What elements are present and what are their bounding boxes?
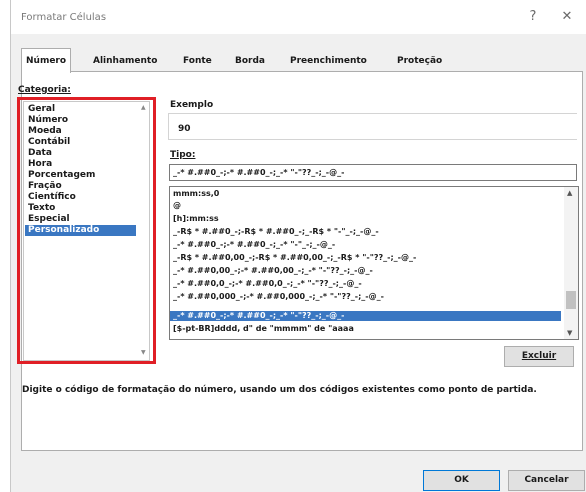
category-label: Categoria: [18, 85, 71, 95]
tab-numero[interactable]: Número [21, 48, 72, 73]
tab-fonte[interactable]: Fonte [179, 50, 216, 72]
format-item[interactable]: _-* #.##0,0_-;-* #.##0,0_-;_-* "-"??_-;_… [173, 279, 362, 289]
tab-preenchimento[interactable]: Preenchimento [286, 50, 371, 72]
example-label: Exemplo [170, 100, 214, 110]
format-description: Digite o código de formatação do número,… [22, 385, 537, 395]
format-list[interactable]: mmm:ss,0 @ [h]:mm:ss _-R$ * #.##0_-;-R$ … [169, 186, 579, 340]
type-input[interactable]: _-* #.##0_-;-* #.##0_-;_-* "-"??_-;_-@_- [169, 164, 577, 181]
highlight-box [17, 97, 156, 364]
format-item[interactable]: [h]:mm:ss [173, 214, 219, 224]
format-item[interactable]: _-* #.##0,000_-;-* #.##0,000_-;_-* "-"??… [173, 292, 384, 302]
scroll-thumb[interactable] [566, 291, 576, 309]
ok-button[interactable]: OK [423, 470, 500, 491]
format-item[interactable]: _-* #.##0,00_-;-* #.##0,00_-;_-* "-"??_-… [173, 266, 373, 276]
tab-alinhamento[interactable]: Alinhamento [89, 50, 161, 72]
cancel-button[interactable]: Cancelar [508, 470, 585, 491]
chevron-up-icon[interactable]: ▲ [567, 189, 572, 197]
format-item[interactable]: @ [173, 201, 181, 211]
title-bar: Formatar Células ? ✕ [11, 0, 586, 34]
chevron-down-icon[interactable]: ▼ [567, 329, 572, 337]
format-item-selected[interactable]: _-* #.##0_-;-* #.##0_-;_-* "-"??_-;_-@_- [170, 311, 561, 321]
format-item[interactable]: mmm:ss,0 [173, 189, 219, 199]
tab-borda[interactable]: Borda [231, 50, 269, 72]
window-title: Formatar Células [21, 12, 107, 23]
help-button[interactable]: ? [526, 9, 540, 24]
format-item[interactable]: _-R$ * #.##0_-;-R$ * #.##0_-;_-R$ * "-"_… [173, 227, 379, 237]
delete-button[interactable]: Excluir [504, 346, 574, 367]
format-scrollbar[interactable]: ▲ ▼ [564, 187, 578, 339]
type-label: Tipo: [170, 150, 196, 160]
example-value: 90 [178, 124, 191, 134]
example-frame [168, 113, 577, 140]
format-item[interactable]: _-R$ * #.##0,00_-;-R$ * #.##0,00_-;_-R$ … [173, 253, 416, 263]
close-button[interactable]: ✕ [560, 9, 574, 24]
tab-protecao[interactable]: Proteção [393, 50, 446, 72]
format-item[interactable]: [$-pt-BR]dddd, d" de "mmmm" de "aaaa [173, 324, 354, 334]
format-item[interactable]: _-* #.##0_-;-* #.##0_-;_-* "-"_-;_-@_- [173, 240, 335, 250]
